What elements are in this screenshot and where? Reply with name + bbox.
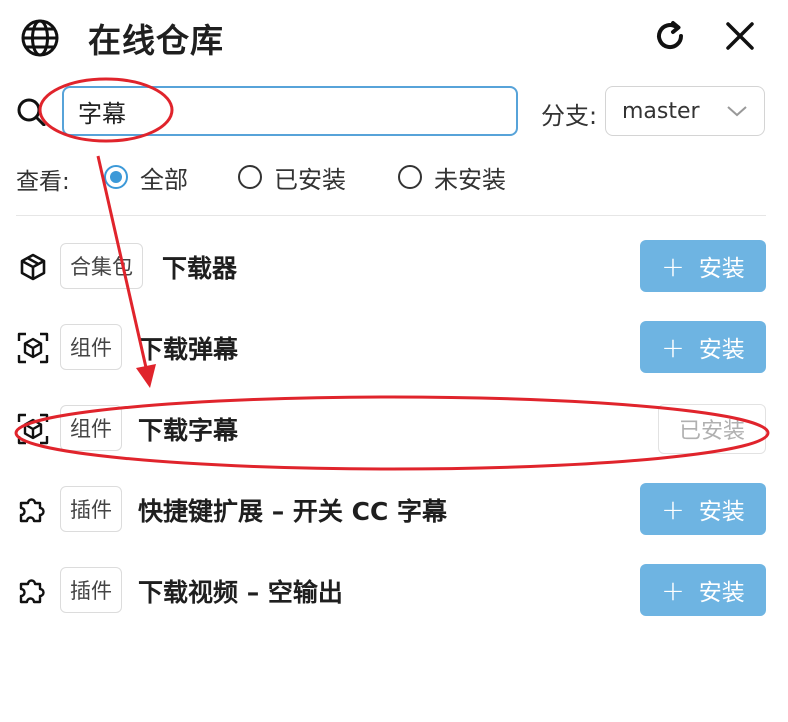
install-button-label: 安装 xyxy=(698,499,745,525)
item-type-tag: 合集包 xyxy=(60,243,143,289)
item-type-tag: 插件 xyxy=(60,486,122,532)
install-button[interactable]: + 安装 xyxy=(640,564,766,616)
plus-icon: + xyxy=(661,492,685,526)
item-type-tag: 组件 xyxy=(60,324,122,370)
filter-installed-radio[interactable]: 已安装 xyxy=(238,163,346,194)
component-icon xyxy=(16,331,50,365)
item-name: 下载弹幕 xyxy=(138,335,239,364)
list-item: 插件 下载视频 – 空输出 + 安装 xyxy=(16,564,766,618)
radio-selected-icon xyxy=(104,165,128,189)
install-button[interactable]: + 安装 xyxy=(640,483,766,535)
close-icon[interactable] xyxy=(718,14,762,58)
radio-icon xyxy=(398,165,422,189)
plugin-icon xyxy=(16,493,50,527)
plugin-icon xyxy=(16,574,50,608)
plus-icon: + xyxy=(661,573,685,607)
filter-all-label: 全部 xyxy=(140,165,188,194)
item-type-tag: 插件 xyxy=(60,567,122,613)
branch-selected-value: master xyxy=(622,98,700,124)
list-item: 合集包 下载器 + 安装 xyxy=(16,240,766,294)
search-input[interactable] xyxy=(62,86,518,136)
item-name: 快捷键扩展 – 开关 CC 字幕 xyxy=(138,497,448,526)
page-title: 在线仓库 xyxy=(88,21,224,60)
package-icon xyxy=(16,250,50,284)
list-item: 组件 下载字幕 已安装 xyxy=(16,402,766,456)
installed-status-button: 已安装 xyxy=(658,404,766,454)
radio-icon xyxy=(238,165,262,189)
branch-select[interactable]: master xyxy=(605,86,765,136)
plus-icon: + xyxy=(661,249,685,283)
filter-not-installed-radio[interactable]: 未安装 xyxy=(398,163,506,194)
install-button[interactable]: + 安装 xyxy=(640,321,766,373)
item-name: 下载视频 – 空输出 xyxy=(138,578,343,607)
item-type-tag: 组件 xyxy=(60,405,122,451)
globe-icon xyxy=(18,16,62,60)
item-name: 下载字幕 xyxy=(138,416,239,445)
component-icon xyxy=(16,412,50,446)
chevron-down-icon xyxy=(726,99,748,124)
divider xyxy=(16,215,766,216)
search-icon xyxy=(16,96,46,127)
branch-label: 分支: xyxy=(541,102,598,130)
item-name: 下载器 xyxy=(162,254,238,283)
install-button-label: 安装 xyxy=(698,580,745,606)
install-button-label: 安装 xyxy=(698,337,745,363)
filter-all-radio[interactable]: 全部 xyxy=(104,163,188,194)
refresh-icon[interactable] xyxy=(648,14,692,58)
view-filter-label: 查看: xyxy=(16,169,70,195)
install-button-label: 安装 xyxy=(698,256,745,282)
list-item: 组件 下载弹幕 + 安装 xyxy=(16,321,766,375)
filter-not-installed-label: 未安装 xyxy=(434,165,506,194)
install-button[interactable]: + 安装 xyxy=(640,240,766,292)
list-item: 插件 快捷键扩展 – 开关 CC 字幕 + 安装 xyxy=(16,483,766,537)
filter-installed-label: 已安装 xyxy=(274,165,346,194)
plus-icon: + xyxy=(661,330,685,364)
